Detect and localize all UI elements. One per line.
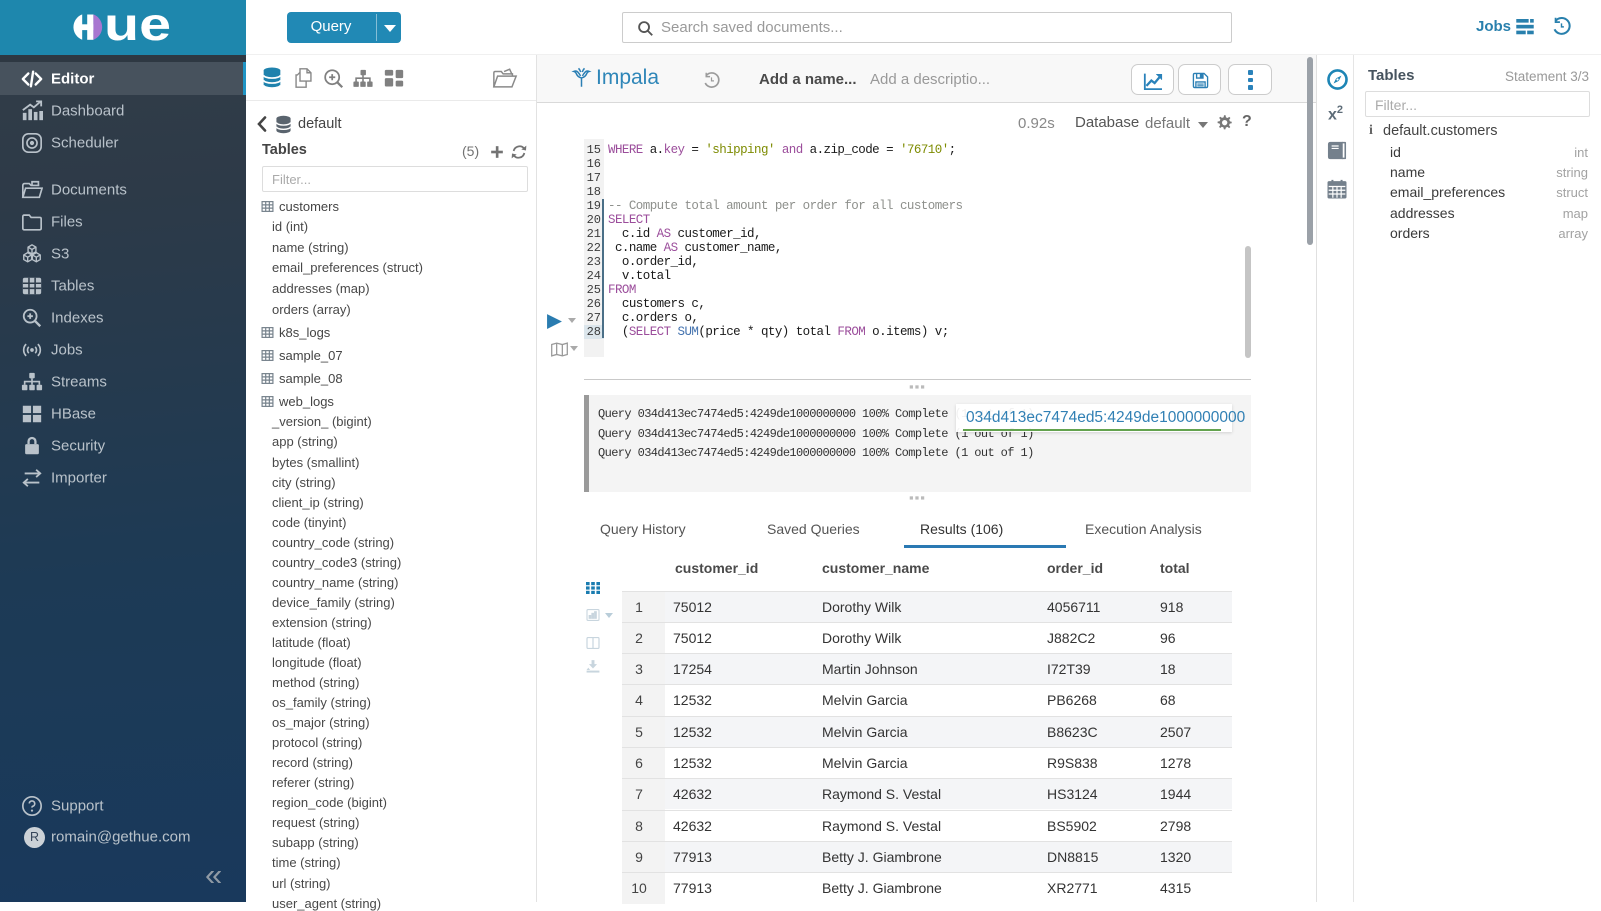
- svg-text:ue: ue: [104, 14, 171, 41]
